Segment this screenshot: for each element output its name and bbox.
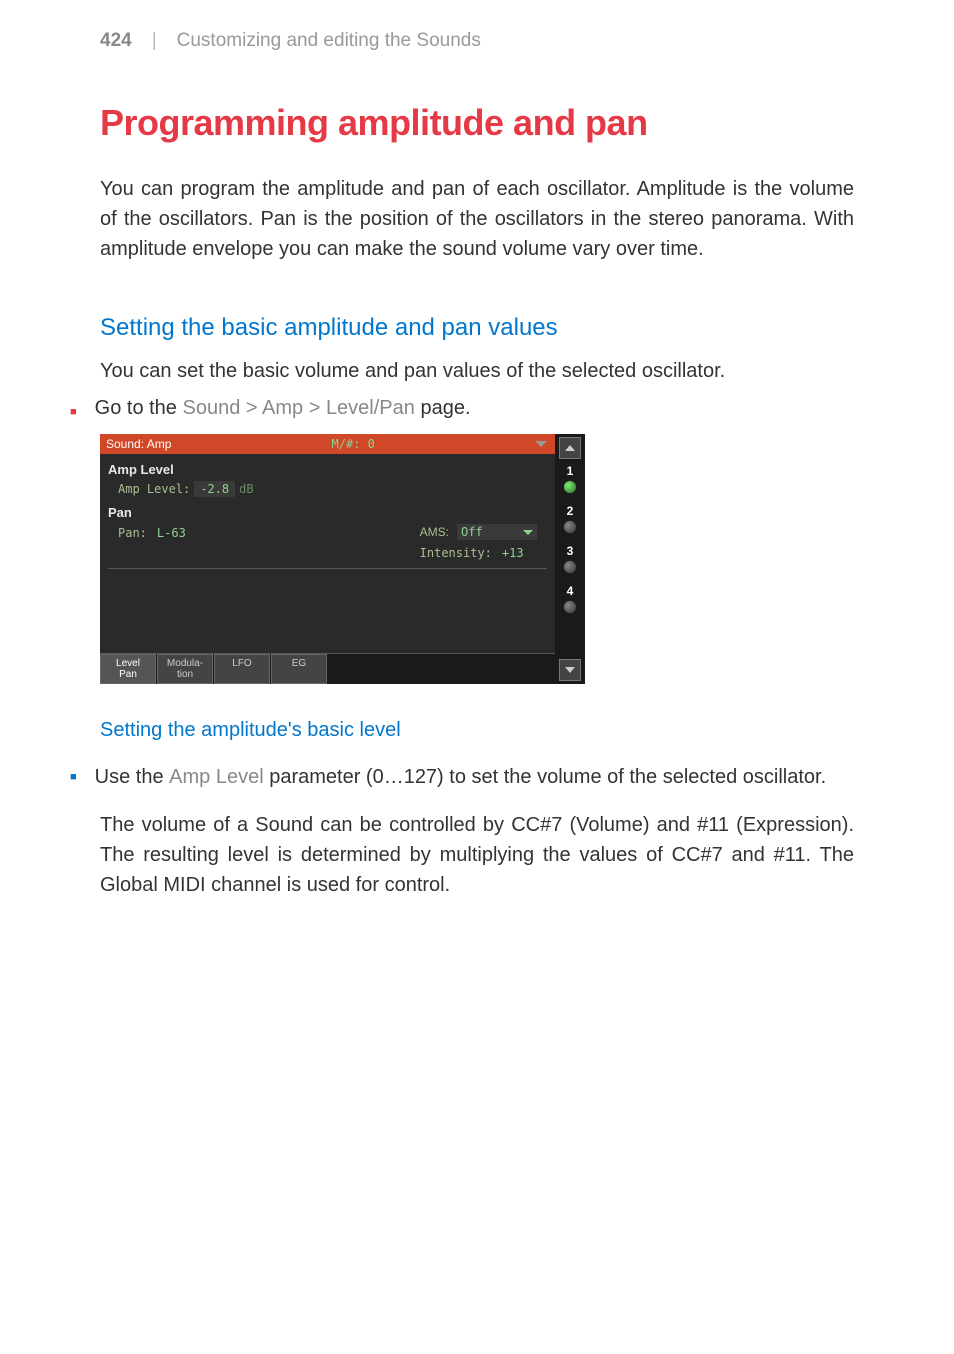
osc-1-label: 1: [567, 464, 574, 478]
chapter-title: Customizing and editing the Sounds: [177, 30, 481, 52]
osc-4-led[interactable]: [563, 600, 577, 614]
chevron-down-icon: [523, 530, 533, 535]
menu-path: Sound > Amp > Level/Pan: [183, 397, 415, 419]
amp-level-group: Amp Level: [108, 462, 547, 477]
tab-level-pan[interactable]: Level Pan: [100, 654, 156, 684]
osc-3-led[interactable]: [563, 560, 577, 574]
pan-value[interactable]: L-63: [157, 526, 186, 540]
subsection-heading: Setting the amplitude's basic level: [100, 719, 854, 742]
instruction-text: Go to the Sound > Amp > Level/Pan page.: [95, 397, 471, 420]
intro-paragraph: You can program the amplitude and pan of…: [100, 174, 854, 264]
instruction-text: Use the Amp Level parameter (0…127) to s…: [95, 762, 827, 792]
scroll-down-button[interactable]: [559, 659, 581, 681]
arrow-down-icon: [565, 667, 575, 673]
divider: [108, 568, 547, 569]
header-separator: |: [152, 30, 157, 52]
scroll-up-button[interactable]: [559, 437, 581, 459]
section-heading: Setting the basic amplitude and pan valu…: [100, 314, 854, 342]
cc-volume-paragraph: The volume of a Sound can be controlled …: [100, 810, 854, 900]
osc-2-led[interactable]: [563, 520, 577, 534]
tab-lfo[interactable]: LFO: [214, 654, 270, 684]
osc-3-label: 3: [567, 544, 574, 558]
intensity-label: Intensity:: [420, 546, 492, 560]
ams-dropdown[interactable]: Off: [457, 524, 537, 540]
pan-group: Pan: [108, 505, 547, 520]
arrow-up-icon: [565, 445, 575, 451]
bullet-icon: ■: [70, 771, 77, 792]
amp-level-unit: dB: [239, 482, 253, 496]
tab-modulation[interactable]: Modula- tion: [157, 654, 213, 684]
menu-dropdown-icon[interactable]: [535, 441, 547, 447]
osc-2-label: 2: [567, 504, 574, 518]
oscillator-selector: 1 2 3 4: [555, 434, 585, 684]
page-header: 424 | Customizing and editing the Sounds: [0, 0, 954, 52]
measure-indicator: M/#: 0: [171, 437, 535, 451]
ams-value: Off: [461, 525, 483, 539]
osc-4-label: 4: [567, 584, 574, 598]
amp-level-label: Amp Level:: [118, 482, 190, 496]
amp-page-screenshot: Sound: Amp M/#: 0 Amp Level Amp Level: -…: [100, 434, 585, 684]
window-titlebar: Sound: Amp M/#: 0: [100, 434, 555, 454]
tab-bar: Level Pan Modula- tion LFO EG: [100, 653, 555, 684]
param-name: Amp Level: [169, 766, 264, 788]
use-amp-instruction: ■ Use the Amp Level parameter (0…127) to…: [70, 762, 854, 792]
page-number: 424: [100, 30, 132, 52]
section-body: You can set the basic volume and pan val…: [100, 360, 854, 383]
ams-label: AMS:: [420, 525, 449, 539]
bullet-icon: ■: [70, 406, 77, 420]
goto-instruction: ■ Go to the Sound > Amp > Level/Pan page…: [70, 397, 854, 420]
amp-level-value[interactable]: -2.8: [194, 481, 235, 497]
window-title: Sound: Amp: [106, 437, 171, 451]
pan-label: Pan:: [118, 526, 147, 540]
osc-1-led[interactable]: [563, 480, 577, 494]
intensity-value[interactable]: +13: [502, 546, 524, 560]
tab-eg[interactable]: EG: [271, 654, 327, 684]
page-title: Programming amplitude and pan: [100, 102, 854, 144]
